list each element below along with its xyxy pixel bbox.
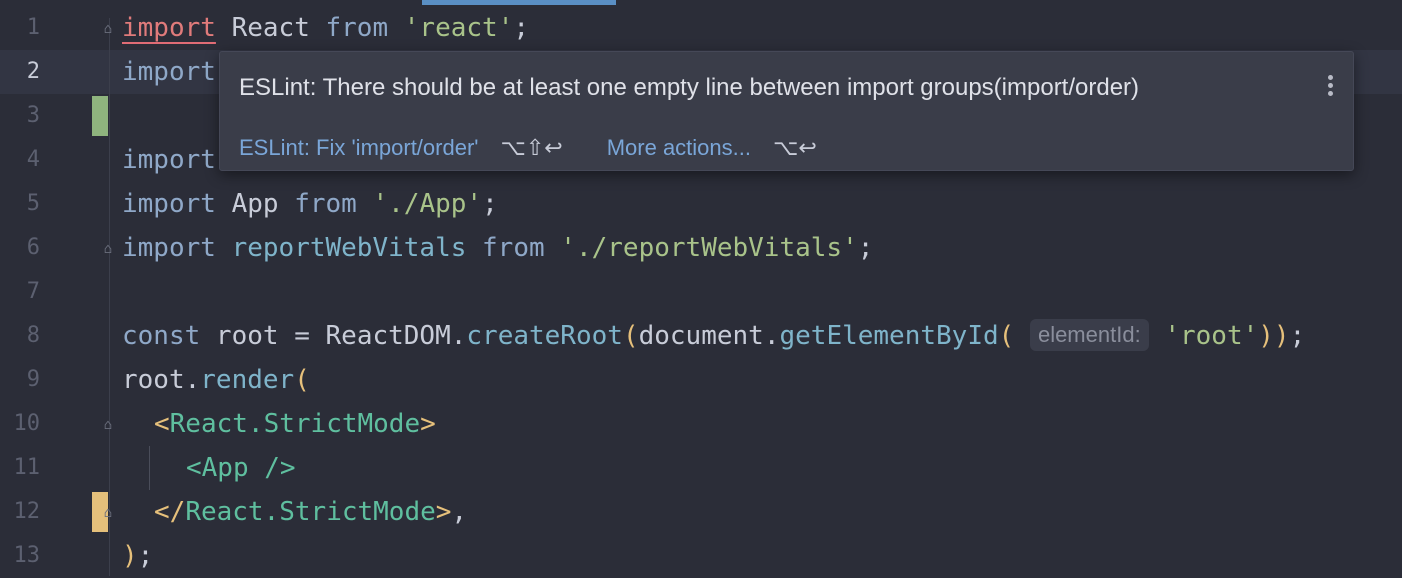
kebab-menu-icon[interactable] (1325, 72, 1335, 102)
line-number: 2 (26, 59, 40, 84)
code-line-8: const root = ReactDOM.createRoot(documen… (122, 314, 1305, 358)
jsx-bracket: > (435, 497, 452, 527)
added-lines-marker[interactable] (92, 96, 108, 136)
punctuation: ; (857, 233, 874, 263)
code-line-4: import (122, 138, 216, 182)
code-line-13: ); (122, 534, 153, 578)
keyword: from (482, 233, 545, 263)
jsx-bracket: > (420, 409, 436, 439)
paren: ) (122, 541, 138, 571)
identifier: reportWebVitals (215, 233, 483, 263)
line-number: 13 (13, 543, 41, 568)
string-literal: './App' (356, 189, 483, 219)
code-line-12: </React.StrictMode>, (154, 490, 467, 534)
fold-icon[interactable]: ⌂ (101, 22, 115, 36)
line-number: 11 (13, 455, 41, 480)
code-line-5: import App from './App'; (122, 182, 498, 226)
identifier: root = ReactDOM. (200, 321, 467, 351)
keyword: import (122, 57, 216, 87)
function-call: createRoot (466, 321, 623, 351)
code-line-9: root.render( (122, 358, 310, 402)
line-number: 10 (13, 411, 41, 436)
code-line-6: import reportWebVitals from './reportWeb… (122, 226, 873, 270)
jsx-bracket: < (154, 409, 170, 439)
jsx-tag: React.StrictMode (185, 497, 436, 527)
punctuation: , (451, 497, 468, 527)
string-literal: './reportWebVitals' (544, 233, 858, 263)
code-line-11: <App /> (186, 446, 296, 490)
string-literal: 'root' (1148, 321, 1259, 351)
function-call: render (200, 365, 295, 395)
line-number: 8 (26, 323, 40, 348)
line-number: 7 (26, 279, 40, 304)
code-line-10: <React.StrictMode> (154, 402, 436, 446)
line-number: 1 (26, 15, 40, 40)
fix-import-order-action[interactable]: ESLint: Fix 'import/order' (239, 135, 478, 160)
import-keyword-error[interactable]: import (122, 13, 216, 43)
line-number: 9 (26, 367, 40, 392)
line-number: 5 (26, 191, 40, 216)
code-line-1: import React from 'react'; (122, 6, 529, 50)
popup-actions: ESLint: Fix 'import/order' ⌥⇧↩ More action… (239, 135, 817, 161)
jsx-tag: React.StrictMode (169, 409, 421, 439)
more-actions-link[interactable]: More actions... (607, 135, 751, 160)
fold-end-icon[interactable]: ⌂ (101, 506, 115, 520)
keyword: from (294, 189, 357, 219)
identifier: document. (638, 321, 780, 351)
paren: ( (622, 321, 639, 351)
keyword: import (122, 145, 216, 175)
jsx-bracket: </ (154, 497, 186, 527)
string-literal: 'react' (388, 13, 514, 43)
line-number: 12 (13, 499, 41, 524)
indent-guide (149, 446, 150, 490)
jsx-tag: <App /> (186, 453, 296, 483)
paren: ( (294, 365, 310, 395)
keyword: const (122, 321, 201, 351)
popup-message: ESLint: There should be at least one emp… (239, 74, 1140, 101)
active-tab-indicator (422, 0, 616, 5)
punctuation: ; (1289, 321, 1306, 351)
paren: ( (998, 321, 1030, 351)
punctuation: ; (513, 13, 530, 43)
line-number: 4 (26, 147, 40, 172)
line-number: 6 (26, 235, 40, 260)
function-call: getElementById (779, 321, 999, 351)
parameter-hint: elementId: (1029, 319, 1149, 351)
paren: ) (1258, 321, 1274, 351)
fold-guide (109, 18, 110, 576)
tab-indicator-bar (0, 0, 1402, 5)
keyword: from (325, 13, 389, 43)
punctuation: ; (137, 541, 154, 571)
line-number: 3 (26, 103, 40, 128)
fold-end-icon[interactable]: ⌂ (101, 242, 115, 256)
keyword: import (122, 189, 216, 219)
fix-shortcut: ⌥⇧↩ (500, 135, 563, 160)
paren: ) (1273, 321, 1290, 351)
keyword: import (122, 233, 216, 263)
more-actions-shortcut: ⌥↩ (772, 135, 817, 160)
eslint-quickfix-popup: ESLint: There should be at least one emp… (219, 51, 1354, 171)
identifier: React (215, 13, 326, 43)
identifier: App (215, 189, 295, 219)
identifier: root. (122, 365, 201, 395)
code-line-2: import (122, 50, 216, 94)
fold-icon[interactable]: ⌂ (101, 418, 115, 432)
punctuation: ; (482, 189, 498, 219)
